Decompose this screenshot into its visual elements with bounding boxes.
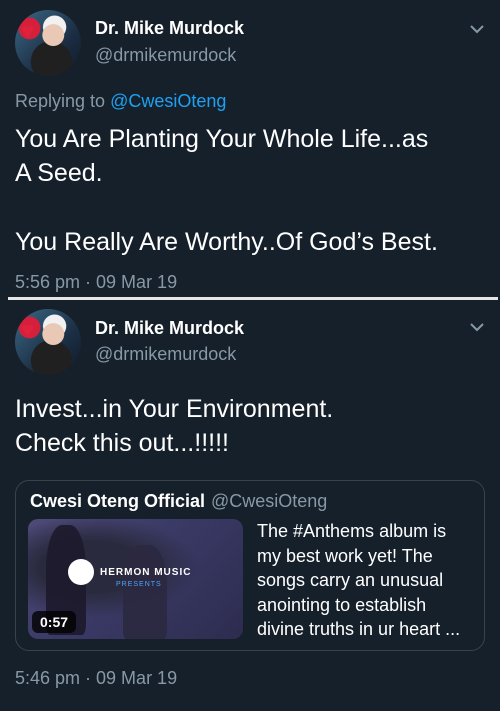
tweet-timestamp[interactable]: 5:56 pm · 09 Mar 19 (15, 272, 177, 293)
avatar[interactable]: ♥ (15, 10, 81, 76)
tweet-timestamp[interactable]: 5:46 pm · 09 Mar 19 (15, 668, 177, 689)
chevron-down-icon[interactable] (470, 322, 484, 332)
quoted-tweet[interactable]: Cwesi Oteng Official @CwesiOteng HERMON … (15, 480, 485, 651)
quoted-text: The #Anthems album is my best work yet! … (257, 519, 479, 642)
tweet-body-line-1: You Are Planting Your Whole Life...as (15, 125, 429, 153)
video-duration-badge: 0:57 (32, 611, 77, 633)
media-logo-subtext: PRESENTS (116, 581, 162, 588)
quoted-text-line: anointing to establish (257, 594, 427, 615)
replying-to: Replying to @CwesiOteng (15, 91, 226, 112)
chevron-down-icon[interactable] (470, 24, 484, 34)
quoted-text-line: divine truths in ur heart ... (257, 619, 461, 639)
quoted-handle: @CwesiOteng (211, 491, 328, 511)
quoted-text-line: my best work yet! The (257, 545, 433, 566)
quoted-text-line: songs carry an unusual (257, 570, 444, 590)
replying-mention-link[interactable]: @CwesiOteng (110, 91, 226, 111)
tweet-body-line-2: Check this out...!!!!! (15, 429, 229, 457)
display-name[interactable]: Dr. Mike Murdock (95, 18, 244, 39)
heart-icon: ♥ (21, 317, 35, 342)
tweet-body-line-3: You Really Are Worthy..Of God’s Best. (15, 228, 438, 256)
tweet-2[interactable]: ♥ Dr. Mike Murdock @drmikemurdock Invest… (0, 302, 500, 711)
user-handle[interactable]: @drmikemurdock (95, 344, 236, 365)
quoted-text-line: The #Anthems album is (257, 521, 447, 541)
video-thumbnail[interactable]: HERMON MUSIC PRESENTS 0:57 (28, 519, 243, 639)
hermon-music-logo-icon (68, 559, 94, 585)
tweet-body-line-1: Invest...in Your Environment. (15, 395, 334, 423)
replying-label: Replying to (15, 91, 106, 111)
tweet-1[interactable]: ♥ Dr. Mike Murdock @drmikemurdock Replyi… (0, 0, 500, 297)
quoted-display-name: Cwesi Oteng Official (30, 491, 206, 511)
user-handle[interactable]: @drmikemurdock (95, 45, 236, 66)
performer-silhouette (123, 545, 167, 639)
tweet-body-line-2: A Seed. (15, 159, 103, 187)
separator (8, 297, 498, 300)
avatar[interactable]: ♥ (15, 309, 81, 375)
heart-icon: ♥ (21, 18, 35, 43)
media-logo-text: HERMON MUSIC (100, 567, 192, 578)
display-name[interactable]: Dr. Mike Murdock (95, 318, 244, 339)
